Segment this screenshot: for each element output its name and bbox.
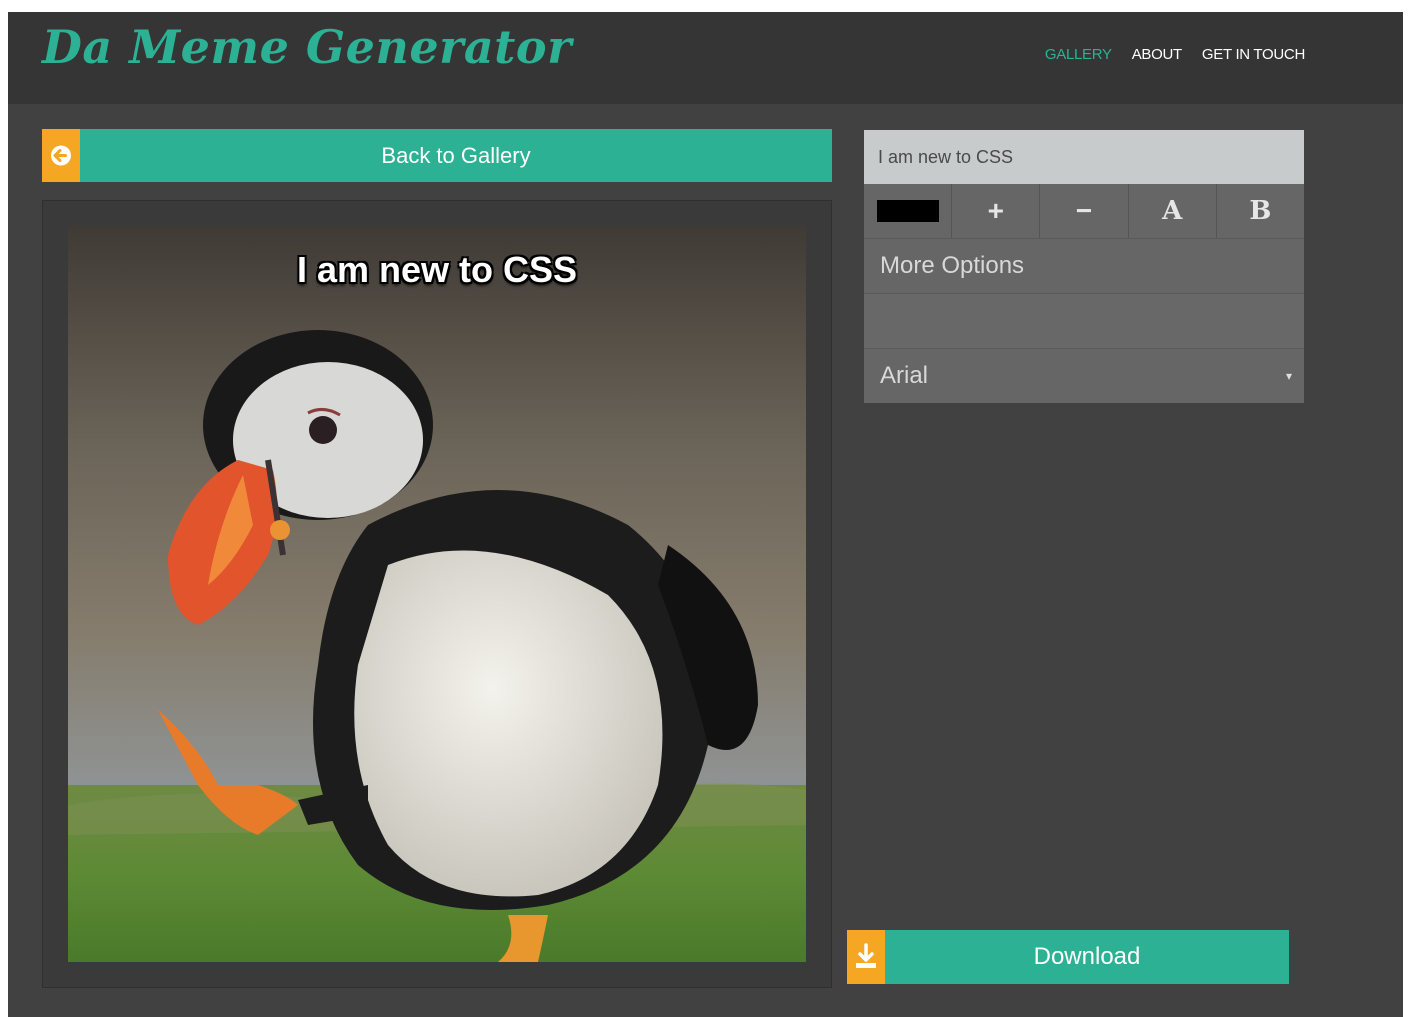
nav-about[interactable]: ABOUT [1132,46,1182,63]
options-spacer [864,293,1304,348]
decrease-size-button[interactable]: − [1040,184,1129,238]
more-options-label: More Options [880,252,1025,279]
meme-image: I am new to CSS [68,225,806,962]
color-swatch [876,200,939,222]
text-color-picker[interactable] [864,184,953,238]
header: Da Meme Generator GALLERY ABOUT GET IN T… [8,12,1403,104]
puffin-photo [68,225,806,962]
app-window: Da Meme Generator GALLERY ABOUT GET IN T… [8,12,1403,1017]
font-style-a-label: A [1162,196,1183,226]
download-icon [847,930,885,984]
download-label: Download [1033,943,1141,970]
chevron-down-icon: ▾ [1285,369,1292,383]
more-options-toggle[interactable]: More Options [864,238,1304,293]
arrow-left-icon [42,129,80,182]
text-toolbar: + − A B [864,184,1304,238]
font-style-a-button[interactable]: A [1129,184,1217,238]
caption-text-input[interactable] [864,130,1304,184]
meme-caption[interactable]: I am new to CSS [68,249,806,291]
back-to-gallery-button[interactable]: Back to Gallery [42,129,832,182]
download-button[interactable]: Download [847,930,1289,984]
font-style-b-label: B [1249,196,1272,226]
nav-gallery[interactable]: GALLERY [1045,46,1112,63]
controls-panel: + − A B More Options Arial ▾ [864,130,1304,403]
increase-size-button[interactable]: + [952,184,1041,238]
back-to-gallery-label: Back to Gallery [381,143,531,168]
nav-get-in-touch[interactable]: GET IN TOUCH [1202,46,1305,63]
minus-icon: − [1075,195,1093,226]
plus-icon: + [987,195,1004,226]
main-nav: GALLERY ABOUT GET IN TOUCH [1045,46,1305,63]
font-style-b-button[interactable]: B [1217,184,1304,238]
font-select-value: Arial [880,362,929,389]
site-logo[interactable]: Da Meme Generator [42,20,572,74]
font-select[interactable]: Arial ▾ [864,348,1304,403]
